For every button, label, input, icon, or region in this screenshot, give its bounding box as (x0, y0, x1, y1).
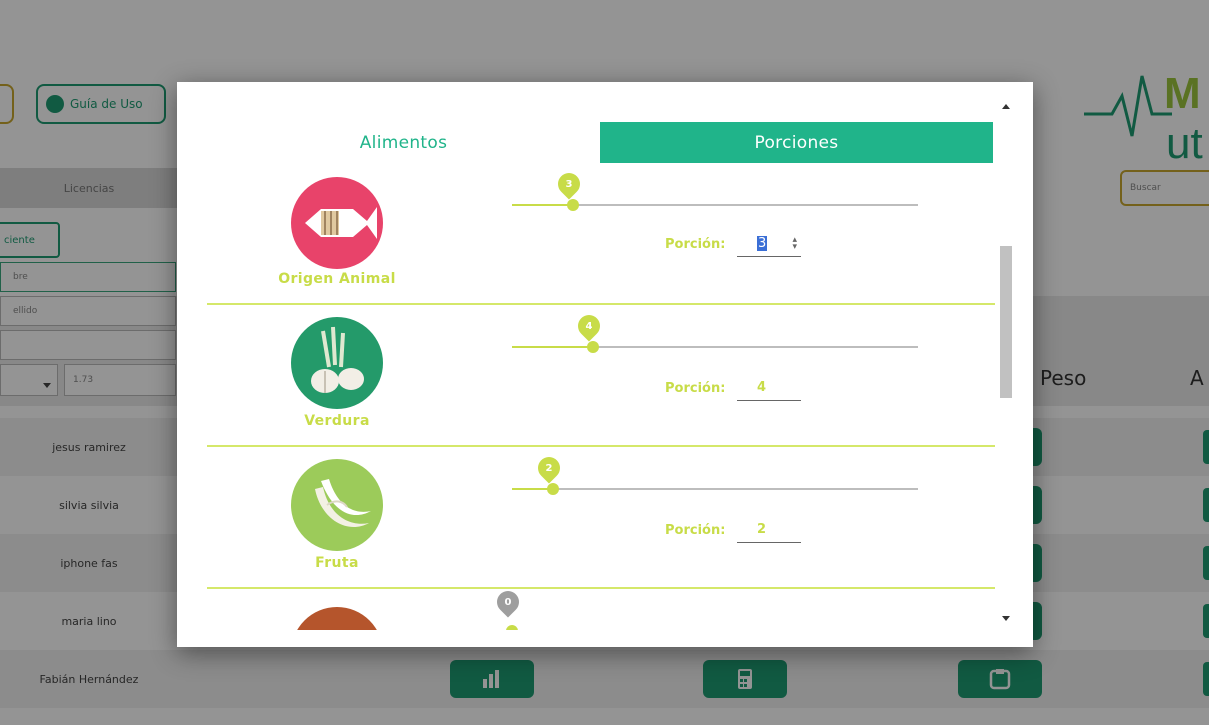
portion-list: Origen Animal 3 Porción: 3 ▴ ▾ Verdura 4… (207, 163, 995, 630)
portion-group-verdura: Verdura 4 Porción: 4 (207, 305, 995, 447)
portion-slider-thumb[interactable] (506, 625, 518, 630)
banana-icon (291, 459, 383, 551)
scroll-up-arrow-icon[interactable] (1002, 104, 1010, 109)
portions-modal: Alimentos Porciones Origen Animal 3 Porc… (177, 82, 1033, 647)
fish-icon (291, 177, 383, 269)
portion-slider-thumb[interactable] (566, 199, 579, 211)
portion-group-fruta: Fruta 2 Porción: 2 (207, 447, 995, 589)
portion-slider-thumb[interactable] (546, 483, 559, 495)
tab-porciones[interactable]: Porciones (600, 122, 993, 163)
portion-slider-pin-value: 2 (545, 462, 553, 474)
portion-input[interactable]: 4 (737, 375, 801, 401)
portion-slider-fill (512, 204, 573, 206)
portion-slider-pin-value: 4 (585, 320, 593, 332)
portion-label: Porción: (665, 237, 726, 252)
portion-slider-pin-value: 0 (504, 596, 512, 608)
spinner-arrows-icon[interactable]: ▴ ▾ (792, 236, 797, 252)
portion-group-label: Origen Animal (278, 271, 396, 287)
portion-slider-pin: 3 (553, 168, 585, 200)
portion-group-cereal: 0 (207, 586, 995, 630)
modal-scrollbar[interactable] (998, 104, 1014, 628)
portion-group-label: Verdura (304, 413, 370, 429)
portion-label: Porción: (665, 523, 726, 538)
portion-slider-track[interactable] (512, 488, 918, 490)
portion-slider-pin: 2 (533, 452, 565, 484)
scroll-down-arrow-icon[interactable] (1002, 616, 1010, 621)
vegetable-icon (291, 317, 383, 409)
modal-tabs: Alimentos Porciones (207, 122, 993, 163)
portion-slider-pin-value: 3 (565, 178, 573, 190)
portion-slider-fill (512, 346, 594, 348)
tab-alimentos[interactable]: Alimentos (207, 122, 600, 163)
portion-slider-pin: 0 (492, 586, 524, 618)
portion-group-origen-animal: Origen Animal 3 Porción: 3 ▴ ▾ (207, 163, 995, 305)
portion-group-label: Fruta (315, 555, 359, 571)
portion-input[interactable]: 3 ▴ ▾ (737, 231, 801, 257)
portion-input-value: 3 (757, 236, 768, 251)
portion-slider-pin: 4 (573, 310, 605, 342)
portion-input[interactable]: 2 (737, 517, 801, 543)
scrollbar-thumb[interactable] (1000, 246, 1012, 398)
portion-input-value: 2 (757, 522, 767, 537)
portion-label: Porción: (665, 381, 726, 396)
portion-input-value: 4 (757, 380, 767, 395)
bread-icon (291, 607, 383, 630)
portion-slider-thumb[interactable] (587, 341, 600, 353)
